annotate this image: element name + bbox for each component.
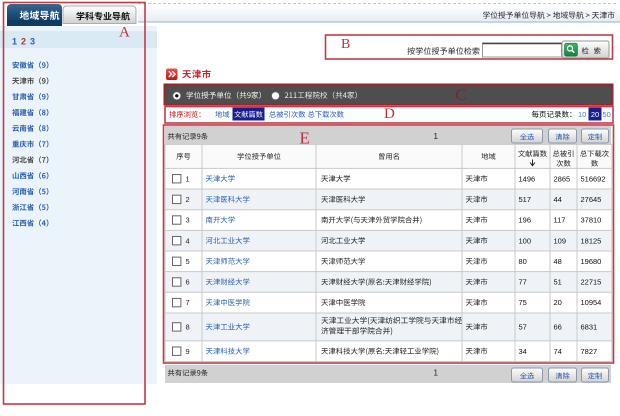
svg-text:50: 50	[603, 110, 611, 119]
svg-text:1: 1	[434, 132, 439, 141]
svg-text:27645: 27645	[581, 195, 602, 204]
svg-text:D: D	[384, 106, 395, 122]
svg-text:66: 66	[554, 323, 562, 332]
svg-text:4: 4	[186, 236, 190, 245]
svg-text:19680: 19680	[581, 257, 602, 266]
svg-text:10: 10	[578, 110, 586, 119]
svg-text:109: 109	[554, 236, 567, 245]
svg-text:8: 8	[186, 323, 190, 332]
svg-text:3: 3	[30, 37, 35, 47]
svg-text:22715: 22715	[581, 278, 602, 287]
svg-text:10954: 10954	[581, 298, 602, 307]
svg-text:3: 3	[186, 216, 190, 225]
svg-text:117: 117	[554, 216, 566, 225]
svg-text:517: 517	[519, 195, 532, 204]
svg-text:196: 196	[519, 216, 532, 225]
svg-text:20: 20	[554, 298, 562, 307]
svg-text:2: 2	[186, 195, 190, 204]
svg-text:48: 48	[554, 257, 562, 266]
svg-text:516692: 516692	[581, 174, 606, 183]
svg-text:A: A	[119, 24, 130, 40]
svg-text:18125: 18125	[581, 236, 602, 245]
svg-text:100: 100	[519, 236, 532, 245]
svg-text:B: B	[341, 37, 350, 52]
svg-text:E: E	[300, 128, 310, 147]
svg-text:1: 1	[434, 369, 439, 378]
svg-text:1: 1	[12, 37, 17, 47]
svg-text:51: 51	[554, 278, 562, 287]
svg-text:75: 75	[519, 298, 527, 307]
svg-text:37810: 37810	[581, 216, 602, 225]
svg-text:20: 20	[591, 110, 599, 119]
svg-text:74: 74	[554, 347, 562, 356]
svg-text:2865: 2865	[554, 174, 571, 183]
svg-text:6831: 6831	[581, 323, 598, 332]
svg-text:7827: 7827	[581, 347, 598, 356]
svg-text:34: 34	[519, 347, 527, 356]
svg-text:44: 44	[554, 195, 562, 204]
svg-text:80: 80	[519, 257, 527, 266]
svg-text:7: 7	[186, 298, 190, 307]
svg-text:77: 77	[519, 278, 527, 287]
svg-text:9: 9	[186, 347, 190, 356]
svg-text:57: 57	[519, 323, 527, 332]
svg-text:1496: 1496	[519, 174, 536, 183]
svg-text:5: 5	[186, 257, 190, 266]
svg-text:6: 6	[186, 278, 190, 287]
svg-text:1: 1	[186, 174, 190, 183]
svg-text:C: C	[456, 87, 467, 104]
svg-text:2: 2	[21, 37, 26, 47]
